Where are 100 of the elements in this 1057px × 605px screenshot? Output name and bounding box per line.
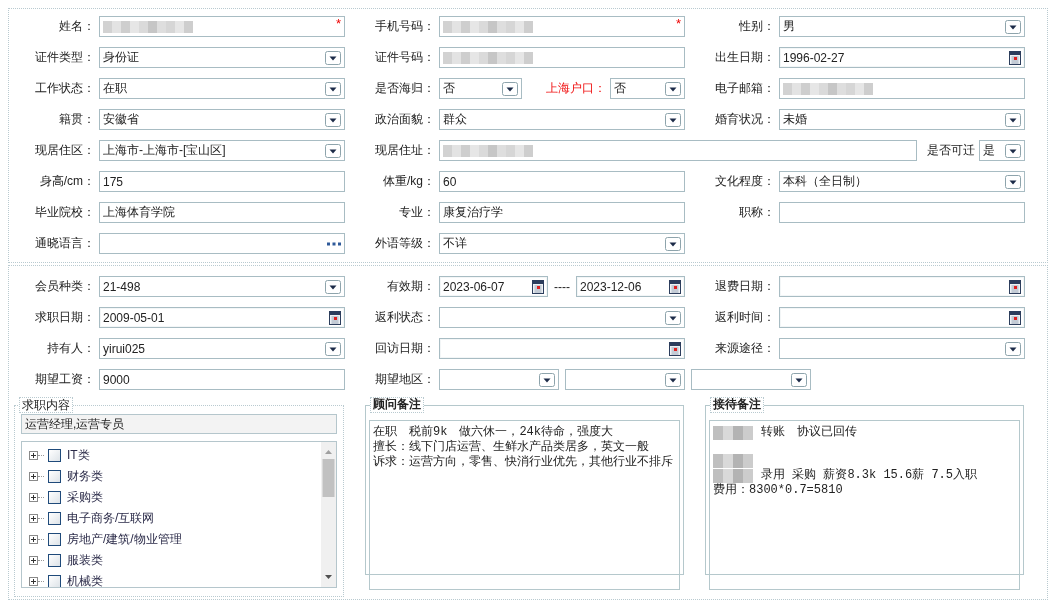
text-field[interactable]: * — [99, 16, 345, 37]
text-field[interactable]: 60 — [439, 171, 685, 192]
dropdown-field[interactable] — [439, 369, 559, 390]
date-field[interactable] — [779, 276, 1025, 297]
note-line: 录用 采购 薪资8.3k 15.6薪 7.5入职 — [761, 468, 978, 483]
field-label: 籍贯： — [58, 111, 96, 128]
dropdown-field[interactable]: 未婚 — [779, 109, 1025, 130]
calendar-icon[interactable] — [532, 279, 544, 294]
field-label: 期望工资： — [34, 371, 96, 388]
date-field[interactable]: 1996-02-27 — [779, 47, 1025, 68]
dropdown-field[interactable] — [691, 369, 811, 390]
required-mark: * — [335, 17, 341, 30]
text-field[interactable]: 康复治疗学 — [439, 202, 685, 223]
tree-item[interactable]: 服装类 — [67, 552, 103, 569]
panel-title: 求职内容 — [19, 397, 73, 413]
dropdown-field[interactable]: 群众 — [439, 109, 685, 130]
date-field[interactable]: 2009-05-01 — [99, 307, 345, 328]
panel-title: 顾问备注 — [370, 397, 424, 413]
date-field[interactable] — [779, 307, 1025, 328]
calendar-icon[interactable] — [1009, 310, 1021, 325]
dropdown-field[interactable]: 本科（全日制） — [779, 171, 1025, 192]
note-line: 在职 税前9k 做六休一，24k待命，强度大 — [373, 425, 613, 440]
text-field[interactable] — [439, 47, 685, 68]
checkbox[interactable] — [48, 512, 61, 525]
field-label: 上海户口： — [545, 80, 607, 97]
dropdown-field[interactable] — [439, 307, 685, 328]
dropdown-field[interactable]: 21-498 — [99, 276, 345, 297]
calendar-icon[interactable] — [669, 279, 681, 294]
field-label: 有效期： — [386, 278, 436, 295]
panel-title: 接待备注 — [710, 397, 764, 413]
field-label: 电子邮箱： — [714, 80, 776, 97]
checkbox[interactable] — [48, 575, 61, 587]
field-label: 来源途径： — [714, 340, 776, 357]
dropdown-field[interactable]: 不详 — [439, 233, 685, 254]
calendar-icon[interactable] — [1009, 50, 1021, 65]
field-label: 现居住区： — [34, 142, 96, 159]
expand-icon[interactable] — [29, 535, 38, 544]
dropdown-field[interactable]: 男 — [779, 16, 1025, 37]
calendar-icon[interactable] — [329, 310, 341, 325]
expand-icon[interactable] — [29, 472, 38, 481]
dropdown-field[interactable]: 在职 — [99, 78, 345, 99]
tree-item[interactable]: 财务类 — [67, 468, 103, 485]
text-field[interactable]: * — [439, 16, 685, 37]
required-mark: * — [675, 17, 681, 30]
text-field[interactable] — [779, 202, 1025, 223]
field-label: 现居住址： — [374, 142, 436, 159]
expand-icon[interactable] — [29, 451, 38, 460]
tree-item[interactable]: 机械类 — [67, 573, 103, 587]
dropdown-field[interactable]: 否 — [610, 78, 685, 99]
dropdown-field[interactable]: 安徽省 — [99, 109, 345, 130]
notes-textarea[interactable]: 转账 协议已回传 录用 采购 薪资8.3k 15.6薪 7.5入职 费用：8300*0.7=5810 — [709, 420, 1020, 590]
dropdown-field[interactable]: yirui025 — [99, 338, 345, 359]
field-label: 回访日期： — [374, 340, 436, 357]
checkbox[interactable] — [48, 470, 61, 483]
range-separator: ---- — [553, 279, 571, 294]
more-icon[interactable] — [327, 241, 341, 246]
notes-textarea[interactable]: 在职 税前9k 做六休一，24k待命，强度大 擅长：线下门店运营、生鲜水产品类居多，英文一般 诉求：运营方向，零售、快消行业优先，其他行业不排斥 — [369, 420, 680, 590]
checkbox[interactable] — [48, 554, 61, 567]
field-label: 证件号码： — [374, 49, 436, 66]
text-field[interactable]: 运营经理,运营专员 — [21, 414, 337, 434]
field-label: 婚育状况： — [714, 111, 776, 128]
dropdown-field[interactable] — [565, 369, 685, 390]
date-field[interactable]: 2023-06-07 — [439, 276, 548, 297]
expand-icon[interactable] — [29, 556, 38, 565]
dropdown-field[interactable]: 上海市-上海市-[宝山区] — [99, 140, 345, 161]
text-field[interactable]: 175 — [99, 171, 345, 192]
date-field[interactable]: 2023-12-06 — [576, 276, 685, 297]
field-label: 证件类型： — [34, 49, 96, 66]
dropdown-field[interactable]: 否 — [439, 78, 522, 99]
text-field[interactable]: 9000 — [99, 369, 345, 390]
tree-item[interactable]: 房地产/建筑/物业管理 — [67, 531, 182, 548]
field-label: 退费日期： — [714, 278, 776, 295]
calendar-icon[interactable] — [669, 341, 681, 356]
expand-icon[interactable] — [29, 493, 38, 502]
field-label: 返利状态： — [374, 309, 436, 326]
field-label: 期望地区： — [374, 371, 436, 388]
text-field[interactable]: 上海体育学院 — [99, 202, 345, 223]
dropdown-field[interactable] — [779, 338, 1025, 359]
tree-item[interactable]: 电子商务/互联网 — [67, 510, 155, 527]
calendar-icon[interactable] — [1009, 279, 1021, 294]
dropdown-field[interactable]: 身份证 — [99, 47, 345, 68]
date-field[interactable] — [439, 338, 685, 359]
field-label: 是否可迁 — [926, 142, 976, 159]
checkbox[interactable] — [48, 449, 61, 462]
picker-field[interactable] — [99, 233, 345, 254]
dropdown-field[interactable]: 是 — [979, 140, 1025, 161]
field-label: 姓名： — [58, 18, 96, 35]
checkbox[interactable] — [48, 491, 61, 504]
text-field[interactable] — [779, 78, 1025, 99]
scrollbar[interactable] — [321, 442, 336, 587]
tree-item[interactable]: IT类 — [67, 447, 90, 464]
expand-icon[interactable] — [29, 577, 38, 586]
text-field[interactable] — [439, 140, 917, 161]
field-label: 出生日期： — [714, 49, 776, 66]
field-label: 返利时间： — [714, 309, 776, 326]
checkbox[interactable] — [48, 533, 61, 546]
field-label: 工作状态： — [34, 80, 96, 97]
field-label: 身高/cm： — [38, 173, 96, 190]
expand-icon[interactable] — [29, 514, 38, 523]
tree-item[interactable]: 采购类 — [67, 489, 103, 506]
